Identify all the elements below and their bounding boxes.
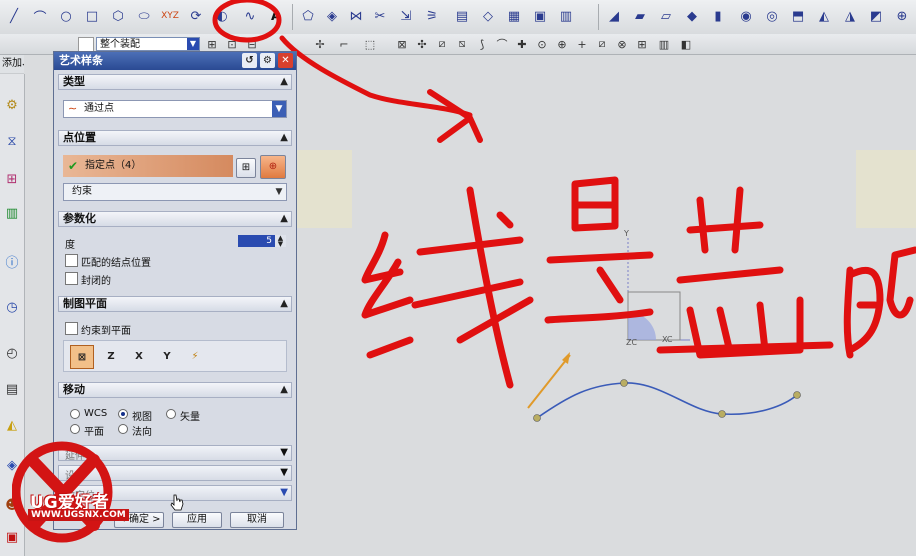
vector-label: 矢量	[180, 412, 200, 423]
spline-point[interactable]	[533, 414, 541, 422]
spline-point[interactable]	[793, 391, 801, 399]
check-icon: ✔	[68, 159, 79, 173]
wcs-label: WCS	[84, 408, 108, 419]
view-label: 视图	[132, 412, 152, 423]
match-knots-label: 匹配的结点位置	[81, 258, 151, 269]
yc-zc-plane-icon[interactable]: Y	[156, 345, 178, 367]
plane-options: ⊠ Z X Y ⚡	[63, 340, 287, 372]
chevron-down-icon: ▼	[272, 101, 286, 117]
move-header[interactable]: 移动 ▲	[58, 382, 292, 398]
closed-checkbox[interactable]	[65, 272, 78, 285]
dialog-titlebar[interactable]: 艺术样条 ↺ ⚙ ✕	[54, 52, 296, 70]
close-icon[interactable]: ✕	[278, 53, 293, 68]
specify-point-row[interactable]: ✔ 指定点（4）	[63, 155, 233, 177]
cancel-button[interactable]: 取消	[230, 512, 284, 528]
wcs-triad: Y XC ZC	[623, 229, 690, 347]
axis-zc-label: ZC	[626, 338, 637, 347]
constraint-combo[interactable]: 约束 ▼	[63, 183, 287, 201]
watermark-url: WWW.UGSNX.COM	[28, 509, 129, 521]
axis-y-label: Y	[623, 229, 629, 238]
degree-label: 度	[65, 240, 75, 251]
constrain-to-plane-checkbox[interactable]	[65, 322, 78, 335]
collapse-icon: ▲	[280, 298, 288, 309]
spline-type-icon: ∼	[68, 102, 78, 115]
point-inferred-button[interactable]: ⊕	[260, 155, 286, 179]
chevron-down-icon: ▼	[280, 487, 288, 498]
drawing-plane-label: 制图平面	[63, 297, 107, 310]
normal-label: 法向	[132, 427, 152, 438]
closed-label: 封闭的	[81, 276, 111, 287]
apply-button[interactable]: 应用	[172, 512, 222, 528]
match-knots-checkbox[interactable]	[65, 254, 78, 267]
settings-gear-icon[interactable]: ⚙	[260, 53, 275, 68]
type-combo[interactable]: ∼ 通过点 ▼	[63, 100, 287, 118]
collapse-icon: ▲	[280, 76, 288, 87]
parameterization-label: 参数化	[63, 212, 96, 225]
xc-zc-plane-icon[interactable]: X	[128, 345, 150, 367]
spin-arrows-icon[interactable]: ▲ ▼	[275, 235, 286, 248]
point-position-label: 点位置	[63, 131, 96, 144]
dialog-title: 艺术样条	[59, 54, 103, 67]
chevron-down-icon: ▼	[280, 467, 288, 478]
custom-plane-icon[interactable]: ⚡	[184, 345, 206, 367]
spline-point[interactable]	[718, 410, 726, 418]
chevron-down-icon: ▼	[272, 184, 286, 200]
move-label: 移动	[63, 383, 85, 396]
wcs-radio[interactable]	[70, 409, 80, 419]
spline-point[interactable]	[620, 379, 628, 387]
type-section-label: 类型	[63, 75, 85, 88]
axis-xc-label: XC	[662, 335, 673, 344]
constrain-to-plane-label: 约束到平面	[81, 326, 131, 337]
collapse-icon: ▲	[280, 384, 288, 395]
view-radio[interactable]	[118, 409, 128, 419]
xc-yc-plane-icon[interactable]: Z	[100, 345, 122, 367]
constraint-value: 约束	[72, 186, 92, 197]
view-plane-icon[interactable]: ⊠	[70, 345, 94, 369]
vector-radio[interactable]	[166, 409, 176, 419]
hand-cursor-icon	[170, 494, 184, 511]
reset-icon[interactable]: ↺	[242, 53, 257, 68]
studio-spline-curve[interactable]	[536, 382, 798, 419]
specify-point-label: 指定点（4）	[85, 160, 142, 171]
collapse-icon: ▲	[280, 213, 288, 224]
type-value: 通过点	[84, 103, 114, 114]
collapse-icon: ▲	[280, 132, 288, 143]
type-section-header[interactable]: 类型 ▲	[58, 74, 292, 90]
point-dialog-button[interactable]: ⊞	[236, 158, 256, 178]
chevron-down-icon: ▼	[280, 447, 288, 458]
point-position-header[interactable]: 点位置 ▲	[58, 130, 292, 146]
parameterization-header[interactable]: 参数化 ▲	[58, 211, 292, 227]
handwritten-annotation	[212, 0, 916, 389]
degree-spinner[interactable]: 5 ▲ ▼	[238, 235, 286, 248]
degree-value: 5	[266, 236, 272, 246]
drawing-plane-header[interactable]: 制图平面 ▲	[58, 296, 292, 312]
